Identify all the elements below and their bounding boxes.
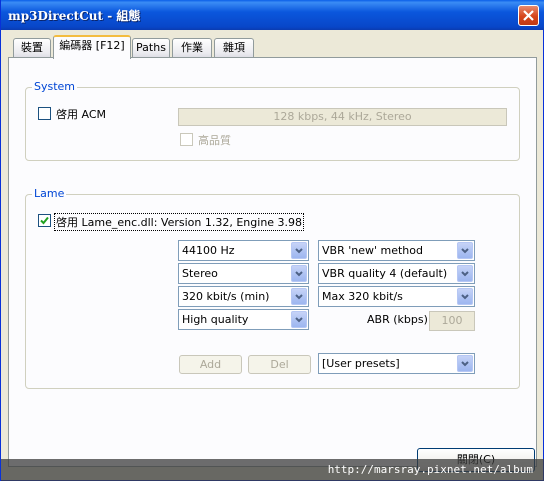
- watermark-bar: http://marsray.pixnet.net/album: [1, 459, 544, 481]
- user-presets-value: [User presets]: [322, 357, 400, 370]
- lame-group: Lame 啓用 Lame_enc.dll: Version 1.32, Engi…: [25, 187, 520, 389]
- add-preset-button[interactable]: Add: [179, 355, 242, 374]
- sample-rate-select[interactable]: 44100 Hz: [178, 240, 309, 261]
- chevron-down-icon[interactable]: [457, 355, 473, 372]
- channel-mode-select[interactable]: Stereo: [178, 263, 309, 284]
- enable-acm-label: 啓用 ACM: [56, 108, 106, 121]
- min-bitrate-select[interactable]: 320 kbit/s (min): [178, 286, 309, 307]
- chevron-down-icon[interactable]: [291, 265, 307, 282]
- tab-devices[interactable]: 裝置: [13, 38, 51, 58]
- dialog-window: mp3DirectCut - 組態 裝置 編碼器 [F12] Paths 作業 …: [0, 0, 544, 481]
- quality-value: High quality: [182, 313, 249, 326]
- high-quality-label: 高品質: [198, 134, 231, 147]
- tab-operations[interactable]: 作業: [172, 38, 212, 58]
- watermark-text: http://marsray.pixnet.net/album: [327, 463, 533, 476]
- user-presets-select[interactable]: [User presets]: [318, 353, 475, 374]
- system-group: System 啓用 ACM 128 kbps, 44 kHz, Stereo 高…: [25, 80, 520, 161]
- enable-lame-label: 啓用 Lame_enc.dll: Version 1.32, Engine 3.…: [54, 213, 305, 231]
- checkmark-icon: [40, 216, 49, 225]
- vbr-quality-select[interactable]: VBR quality 4 (default): [318, 263, 475, 284]
- tab-encoder[interactable]: 編碼器 [F12]: [53, 35, 131, 59]
- chevron-down-icon[interactable]: [291, 288, 307, 305]
- abr-label: ABR (kbps):: [367, 313, 432, 326]
- close-window-button[interactable]: [518, 5, 539, 26]
- tab-misc[interactable]: 雜項: [214, 38, 254, 58]
- channel-mode-value: Stereo: [182, 267, 218, 280]
- vbr-method-select[interactable]: VBR 'new' method: [318, 240, 475, 261]
- title-bar[interactable]: mp3DirectCut - 組態: [1, 0, 544, 30]
- delete-preset-button[interactable]: Del: [248, 355, 311, 374]
- enable-lame-checkbox[interactable]: [38, 214, 51, 227]
- chevron-down-icon[interactable]: [291, 311, 307, 328]
- close-icon: [523, 10, 534, 21]
- chevron-down-icon[interactable]: [457, 288, 473, 305]
- vbr-quality-value: VBR quality 4 (default): [322, 267, 448, 280]
- max-bitrate-value: Max 320 kbit/s: [322, 290, 403, 303]
- system-group-label: System: [32, 80, 78, 93]
- chevron-down-icon[interactable]: [457, 242, 473, 259]
- abr-input[interactable]: 100: [429, 311, 475, 331]
- max-bitrate-select[interactable]: Max 320 kbit/s: [318, 286, 475, 307]
- high-quality-checkbox[interactable]: [180, 133, 193, 146]
- min-bitrate-value: 320 kbit/s (min): [182, 290, 270, 303]
- lame-group-label: Lame: [32, 187, 67, 200]
- chevron-down-icon[interactable]: [457, 265, 473, 282]
- quality-select[interactable]: High quality: [178, 309, 309, 330]
- encoder-tab-panel: System 啓用 ACM 128 kbps, 44 kHz, Stereo 高…: [8, 57, 537, 467]
- enable-acm-checkbox[interactable]: [38, 107, 51, 120]
- chevron-down-icon[interactable]: [291, 242, 307, 259]
- tab-paths[interactable]: Paths: [132, 38, 170, 58]
- acm-format-field: 128 kbps, 44 kHz, Stereo: [178, 108, 507, 126]
- window-title: mp3DirectCut - 組態: [8, 9, 141, 23]
- vbr-method-value: VBR 'new' method: [322, 244, 423, 257]
- sample-rate-value: 44100 Hz: [182, 244, 235, 257]
